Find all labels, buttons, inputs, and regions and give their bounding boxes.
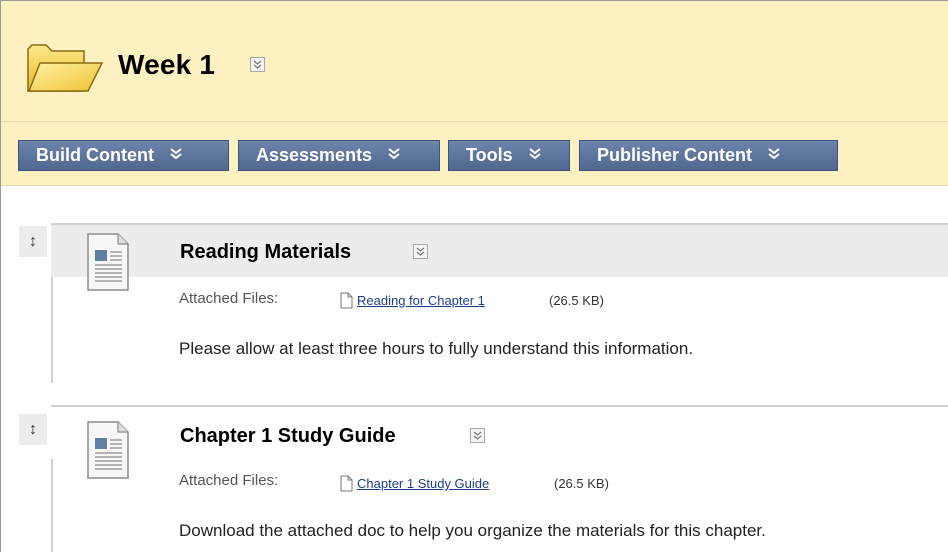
file-icon [340,475,353,492]
chevron-down-icon [473,431,482,440]
assessments-label: Assessments [256,145,373,165]
document-icon [87,233,129,291]
item-options-button[interactable] [470,428,485,443]
chevron-down-icon [253,60,262,69]
drag-handle[interactable]: ↕ [19,226,47,257]
chevron-down-icon [416,247,425,256]
chevron-down-icon [529,148,541,160]
header-divider [1,121,948,122]
file-size: (26.5 KB) [549,293,604,308]
assessments-button[interactable]: Assessments [238,140,440,171]
item-options-button[interactable] [413,244,428,259]
build-content-button[interactable]: Build Content [18,140,229,171]
content-area: Week 1 Build Content Assessments Tools P… [0,0,948,552]
title-options-button[interactable] [250,57,265,72]
attached-file-link[interactable]: Chapter 1 Study Guide [357,476,489,491]
item-description: Please allow at least three hours to ful… [179,339,694,358]
header-bottom-border [1,185,948,186]
attached-files-label: Attached Files: [179,472,279,489]
item-title-link[interactable]: Chapter 1 Study Guide [180,425,396,448]
page-title: Week 1 [118,49,216,80]
attached-file-link[interactable]: Reading for Chapter 1 [357,293,485,308]
page-header: Week 1 Build Content Assessments Tools P… [1,1,948,185]
publisher-content-button[interactable]: Publisher Content [579,140,838,171]
chevron-down-icon [170,148,182,160]
chevron-down-icon [768,148,780,160]
file-icon [340,292,353,309]
document-icon [87,421,129,479]
chevron-down-icon [388,148,400,160]
tools-button[interactable]: Tools [448,140,570,171]
publisher-content-label: Publisher Content [597,145,753,165]
attached-files-label: Attached Files: [179,290,279,307]
build-content-label: Build Content [36,145,154,165]
item-title-link[interactable]: Reading Materials [180,241,351,264]
drag-handle[interactable]: ↕ [19,414,47,445]
tools-label: Tools [466,145,513,165]
folder-icon [27,44,104,92]
file-size: (26.5 KB) [554,476,609,491]
item-description: Download the attached doc to help you or… [179,521,766,540]
